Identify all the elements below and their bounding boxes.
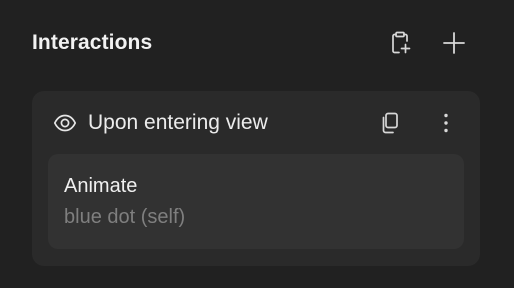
action-target: blue dot (self) [64,206,186,228]
interactions-panel: Interactions Upon entering view Animate … [0,0,514,288]
interaction-card: Upon entering view Animate blue dot (sel… [32,91,480,266]
card-actions [376,109,460,137]
action-name: Animate [64,175,138,197]
copy-icon[interactable] [376,109,404,137]
more-vertical-icon[interactable] [432,109,460,137]
clipboard-add-icon[interactable] [386,29,414,57]
panel-header: Interactions [32,26,482,60]
action-item[interactable]: Animate blue dot (self) [48,154,464,249]
panel-title: Interactions [32,31,153,54]
interaction-trigger-row: Upon entering view [52,109,460,137]
trigger-label[interactable]: Upon entering view [88,111,376,135]
header-actions [386,29,468,57]
plus-icon[interactable] [440,29,468,57]
eye-icon [52,110,78,136]
